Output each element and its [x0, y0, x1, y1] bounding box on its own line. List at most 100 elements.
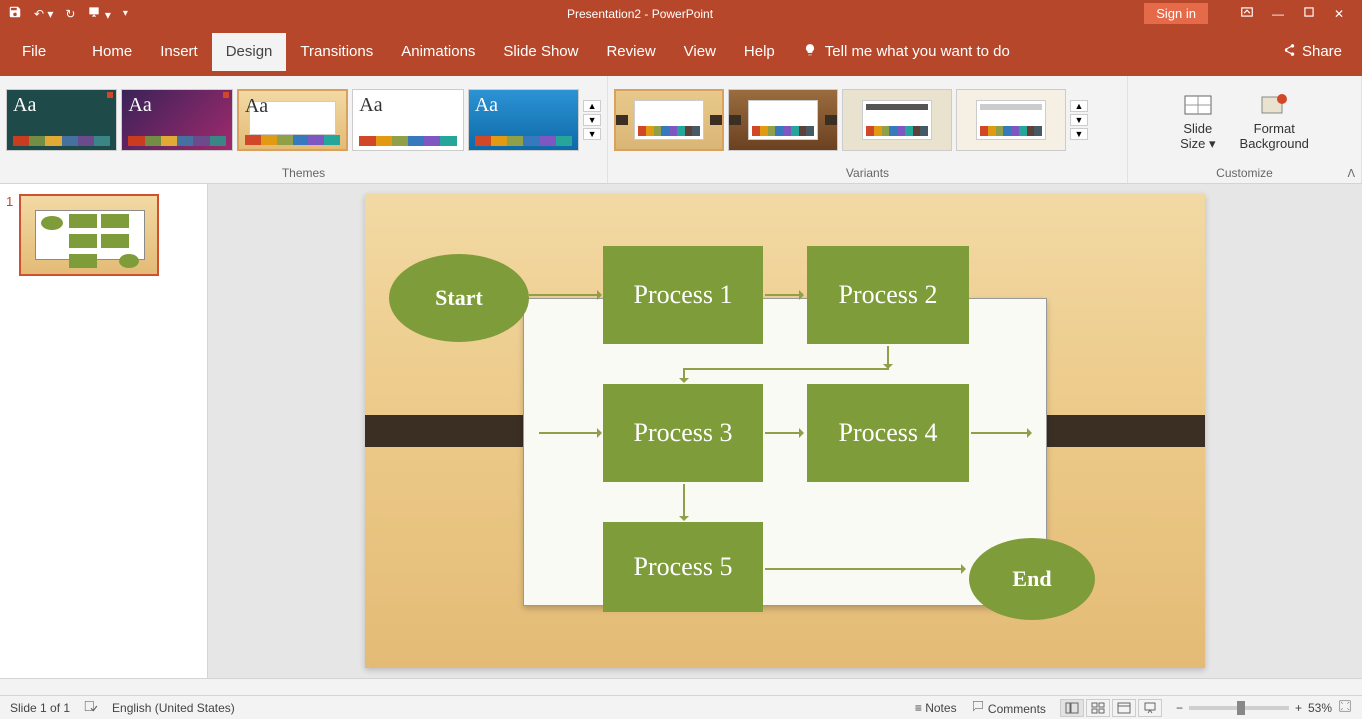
themes-label: Themes	[0, 164, 607, 183]
gallery-up-icon[interactable]: ▲	[583, 100, 601, 112]
zoom-slider[interactable]	[1189, 706, 1289, 710]
tellme-search[interactable]: Tell me what you want to do	[789, 43, 1024, 61]
variant-thumb-3[interactable]	[842, 89, 952, 151]
decor-stripe-right	[1045, 415, 1205, 447]
spellcheck-icon[interactable]	[84, 699, 98, 716]
view-slideshow-icon[interactable]	[1138, 699, 1162, 717]
flowchart-process-4[interactable]: Process 4	[807, 384, 969, 482]
theme-thumb-5[interactable]: Aa	[468, 89, 579, 151]
slide-size-button[interactable]: Slide Size ▾	[1170, 83, 1225, 158]
tab-slideshow[interactable]: Slide Show	[489, 33, 592, 71]
save-icon[interactable]	[8, 5, 22, 22]
comments-button[interactable]: Comments	[971, 699, 1046, 716]
fit-window-icon[interactable]	[1338, 699, 1352, 716]
slide-size-icon	[1182, 89, 1214, 121]
share-button[interactable]: Share	[1272, 43, 1352, 61]
gallery-down-icon[interactable]: ▼	[1070, 114, 1088, 126]
arrow-p4-out	[971, 432, 1031, 434]
status-language[interactable]: English (United States)	[112, 701, 235, 715]
ribbon-options-icon[interactable]	[1240, 5, 1254, 22]
ribbon: Aa Aa Aa Aa Aa ▲	[0, 76, 1362, 184]
arrow-p2-bend	[887, 346, 889, 368]
arrow-p1-p2	[765, 294, 803, 296]
slide-canvas[interactable]: Start Process 1 Process 2 Process 3 Proc…	[365, 194, 1205, 668]
flowchart-process-3[interactable]: Process 3	[603, 384, 763, 482]
redo-icon[interactable]: ↻	[65, 7, 75, 21]
notes-button[interactable]: ≡ Notes	[915, 701, 957, 715]
gallery-more-icon[interactable]: ▼	[1070, 128, 1088, 140]
view-normal-icon[interactable]	[1060, 699, 1084, 717]
variant-thumb-2[interactable]	[728, 89, 838, 151]
theme-thumb-4[interactable]: Aa	[352, 89, 463, 151]
tab-view[interactable]: View	[670, 33, 730, 71]
variant-thumb-1[interactable]	[614, 89, 724, 151]
customize-label: Customize	[1128, 164, 1361, 183]
arrow-bend-h	[683, 368, 889, 370]
flowchart-process-1[interactable]: Process 1	[603, 246, 763, 344]
zoom-percent[interactable]: 53%	[1308, 701, 1332, 715]
tab-design[interactable]: Design	[212, 33, 287, 71]
flowchart-end[interactable]: End	[969, 538, 1095, 620]
signin-button[interactable]: Sign in	[1144, 3, 1208, 24]
flowchart-process-5[interactable]: Process 5	[603, 522, 763, 612]
minimize-icon[interactable]: ―	[1272, 7, 1284, 21]
slide-thumb-1[interactable]	[19, 194, 159, 276]
maximize-icon[interactable]	[1302, 5, 1316, 22]
view-reading-icon[interactable]	[1112, 699, 1136, 717]
flowchart-process-2[interactable]: Process 2	[807, 246, 969, 344]
arrow-in-p3	[539, 432, 601, 434]
horizontal-scrollbar[interactable]	[0, 678, 1362, 695]
flowchart-start[interactable]: Start	[389, 254, 529, 342]
zoom-out-icon[interactable]: −	[1176, 701, 1183, 715]
close-icon[interactable]: ✕	[1334, 7, 1344, 21]
tab-review[interactable]: Review	[592, 33, 669, 71]
tab-transitions[interactable]: Transitions	[286, 33, 387, 71]
variants-group: ▲ ▼ ▼ Variants	[608, 76, 1128, 183]
window-controls: ― ✕	[1222, 5, 1362, 22]
qat-customize-icon[interactable]: ▾	[123, 8, 128, 19]
view-sorter-icon[interactable]	[1086, 699, 1110, 717]
window-title: Presentation2 - PowerPoint	[136, 7, 1144, 21]
arrow-p3-p4	[765, 432, 803, 434]
tellme-label: Tell me what you want to do	[825, 43, 1010, 60]
share-label: Share	[1302, 43, 1342, 60]
status-bar: Slide 1 of 1 English (United States) ≡ N…	[0, 695, 1362, 719]
zoom-in-icon[interactable]: +	[1295, 701, 1302, 715]
tab-home[interactable]: Home	[78, 33, 146, 71]
themes-gallery-scroll: ▲ ▼ ▼	[583, 99, 601, 141]
decor-stripe-left	[365, 415, 525, 447]
arrow-p3-p5	[683, 484, 685, 520]
status-slide: Slide 1 of 1	[10, 701, 70, 715]
undo-icon[interactable]: ↶ ▾	[34, 7, 53, 21]
theme-thumb-3[interactable]: Aa	[237, 89, 348, 151]
format-background-button[interactable]: Format Background	[1230, 83, 1319, 157]
variant-thumb-4[interactable]	[956, 89, 1066, 151]
themes-group: Aa Aa Aa Aa Aa ▲	[0, 76, 608, 183]
arrow-start-p1	[529, 294, 601, 296]
slide-number: 1	[6, 194, 13, 276]
gallery-up-icon[interactable]: ▲	[1070, 100, 1088, 112]
arrow-p5-end	[765, 568, 965, 570]
work-area: 1 Start Process 1 Process 2 Process 3 Pr…	[0, 184, 1362, 678]
tab-file[interactable]: File	[10, 33, 58, 71]
tab-insert[interactable]: Insert	[146, 33, 212, 71]
slideshow-start-icon[interactable]: ▾	[87, 5, 110, 22]
slide-editor[interactable]: Start Process 1 Process 2 Process 3 Proc…	[208, 184, 1362, 678]
variants-label: Variants	[608, 164, 1127, 183]
tab-help[interactable]: Help	[730, 33, 789, 71]
title-bar: ↶ ▾ ↻ ▾ ▾ Presentation2 - PowerPoint Sig…	[0, 0, 1362, 27]
theme-thumb-2[interactable]: Aa	[121, 89, 232, 151]
gallery-more-icon[interactable]: ▼	[583, 128, 601, 140]
slides-panel: 1	[0, 184, 208, 678]
collapse-ribbon-icon[interactable]: ᐱ	[1347, 167, 1355, 180]
tab-animations[interactable]: Animations	[387, 33, 489, 71]
gallery-down-icon[interactable]: ▼	[583, 114, 601, 126]
format-background-icon	[1258, 89, 1290, 121]
ribbon-tabs: File Home Insert Design Transitions Anim…	[0, 27, 1362, 76]
zoom-controls: − + 53%	[1176, 699, 1352, 716]
share-icon	[1282, 43, 1296, 61]
view-buttons	[1060, 699, 1162, 717]
bulb-icon	[803, 43, 817, 61]
quick-access-toolbar: ↶ ▾ ↻ ▾ ▾	[0, 5, 136, 22]
theme-thumb-1[interactable]: Aa	[6, 89, 117, 151]
